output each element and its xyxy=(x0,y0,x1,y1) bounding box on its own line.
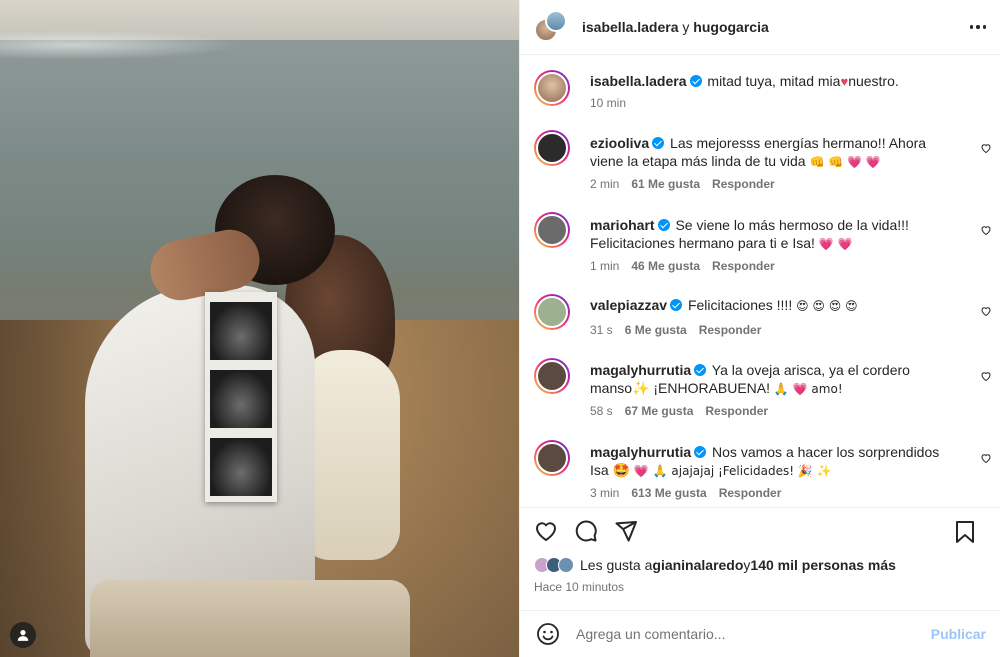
likes-joiner: y xyxy=(743,557,751,573)
comment-time: 2 min xyxy=(590,177,620,191)
verified-icon xyxy=(694,446,707,458)
verified-icon xyxy=(670,299,683,311)
verified-icon xyxy=(694,364,707,376)
share-send-icon[interactable] xyxy=(614,519,638,543)
comment-text: magalyhurrutia Ya la oveja arisca, ya el… xyxy=(590,361,960,398)
reply-button[interactable]: Responder xyxy=(699,323,762,337)
comment-text: magalyhurrutia Nos vamos a hacer los sor… xyxy=(590,443,960,480)
like-comment-heart-icon[interactable] xyxy=(980,305,992,317)
action-icons xyxy=(534,508,986,554)
comment-emoji: 💗 🙏 ajajajaj ¡Felicidades! 🎉 ✨ xyxy=(633,464,832,478)
comment-time: 31 s xyxy=(590,323,613,337)
caption-time: 10 min xyxy=(590,96,627,110)
comment-username[interactable]: magalyhurrutia xyxy=(590,444,691,460)
caption-text: isabella.ladera mitad tuya, mitad mia♥nu… xyxy=(590,72,960,91)
tagged-users-button[interactable] xyxy=(10,622,36,648)
comment-time: 3 min xyxy=(590,486,620,500)
post-side-panel: isabella.ladera y hugogarcia isabella.la… xyxy=(519,0,1000,657)
liker-username[interactable]: gianinalaredo xyxy=(652,557,743,573)
comment-meta: 3 min 613 Me gusta Responder xyxy=(590,486,781,500)
comment-likes[interactable]: 61 Me gusta xyxy=(631,177,700,191)
comment-likes[interactable]: 6 Me gusta xyxy=(625,323,687,337)
ultrasound-frame xyxy=(210,302,272,360)
like-comment-heart-icon[interactable] xyxy=(980,370,992,382)
comment-composer: Agrega un comentario... Publicar xyxy=(520,610,1000,657)
likes-count[interactable]: 140 mil personas más xyxy=(750,557,896,573)
photo-glare xyxy=(0,30,240,60)
more-options-icon[interactable] xyxy=(969,25,986,29)
comment-emoji: 🙏 💗 amo! xyxy=(773,382,843,396)
avatar[interactable] xyxy=(534,212,570,248)
caption-text-post: nuestro. xyxy=(848,73,899,89)
comment-likes[interactable]: 613 Me gusta xyxy=(631,486,706,500)
post-authors: isabella.ladera y hugogarcia xyxy=(582,19,769,35)
like-comment-heart-icon[interactable] xyxy=(980,224,992,236)
comment-meta: 1 min 46 Me gusta Responder xyxy=(590,259,775,273)
like-comment-heart-icon[interactable] xyxy=(980,452,992,464)
caption-username[interactable]: isabella.ladera xyxy=(590,73,687,89)
reply-button[interactable]: Responder xyxy=(719,486,782,500)
photo-woman-sleeve xyxy=(300,350,400,560)
comment-emoji: 😍 😍 😍 😍 xyxy=(796,299,858,313)
instagram-post-modal: isabella.ladera y hugogarcia isabella.la… xyxy=(0,0,1000,657)
author-link[interactable]: isabella.ladera xyxy=(582,19,679,35)
avatar[interactable] xyxy=(534,440,570,476)
comment-text: mariohart Se viene lo más hermoso de la … xyxy=(590,216,960,253)
collab-avatars[interactable] xyxy=(534,10,568,44)
ultrasound-strip xyxy=(205,292,277,502)
authors-joiner: y xyxy=(678,19,694,35)
comment-text: eziooliva Las mejoresss energías hermano… xyxy=(590,134,960,171)
user-icon xyxy=(17,630,29,641)
publish-button[interactable]: Publicar xyxy=(931,626,986,642)
avatar[interactable] xyxy=(534,70,570,106)
verified-icon xyxy=(689,75,702,87)
likes-prefix: Les gusta a xyxy=(580,557,653,573)
comment-time: 58 s xyxy=(590,404,613,418)
comment-likes[interactable]: 67 Me gusta xyxy=(625,404,694,418)
save-bookmark-icon[interactable] xyxy=(954,520,976,544)
comment-input[interactable]: Agrega un comentario... xyxy=(576,626,931,642)
post-actions: Les gusta a gianinalaredo y 140 mil pers… xyxy=(520,507,1000,594)
comment-username[interactable]: valepiazzav xyxy=(590,297,667,313)
comments-list[interactable]: isabella.ladera mitad tuya, mitad mia♥nu… xyxy=(520,56,1000,506)
author-link[interactable]: hugogarcia xyxy=(693,19,768,35)
caption-text-pre: mitad tuya, mitad mia xyxy=(707,73,841,89)
comment-username[interactable]: magalyhurrutia xyxy=(590,362,691,378)
post-photo[interactable] xyxy=(0,0,519,657)
liker-avatars xyxy=(534,557,574,573)
comment-emoji: 💗 💗 xyxy=(818,237,853,251)
ultrasound-frame xyxy=(210,438,272,496)
comment-meta: 58 s 67 Me gusta Responder xyxy=(590,404,768,418)
avatar[interactable] xyxy=(534,130,570,166)
comment-meta: 2 min 61 Me gusta Responder xyxy=(590,177,775,191)
verified-icon xyxy=(652,137,665,149)
comment-bubble-icon[interactable] xyxy=(574,519,598,543)
avatar xyxy=(558,557,574,573)
photo-pants xyxy=(90,580,410,657)
caption-meta: 10 min xyxy=(590,96,626,110)
avatar xyxy=(545,10,567,32)
post-timestamp[interactable]: Hace 10 minutos xyxy=(534,580,986,594)
reply-button[interactable]: Responder xyxy=(712,177,775,191)
comment-username[interactable]: mariohart xyxy=(590,217,655,233)
comment-text: valepiazzav Felicitaciones !!!! 😍 😍 😍 😍 xyxy=(590,296,960,315)
reply-button[interactable]: Responder xyxy=(712,259,775,273)
like-heart-icon[interactable] xyxy=(534,519,558,543)
reply-button[interactable]: Responder xyxy=(705,404,768,418)
emoji-picker-icon[interactable] xyxy=(536,622,560,646)
comment-likes[interactable]: 46 Me gusta xyxy=(631,259,700,273)
comment-username[interactable]: eziooliva xyxy=(590,135,649,151)
ultrasound-frame xyxy=(210,370,272,428)
comment-meta: 31 s 6 Me gusta Responder xyxy=(590,323,761,337)
comment-body: Felicitaciones !!!! xyxy=(687,297,797,313)
likes-summary: Les gusta a gianinalaredo y 140 mil pers… xyxy=(534,554,986,576)
avatar[interactable] xyxy=(534,358,570,394)
post-header: isabella.ladera y hugogarcia xyxy=(520,0,1000,55)
verified-icon xyxy=(657,219,670,231)
comment-emoji: 👊 👊 💗 💗 xyxy=(809,155,881,169)
like-comment-heart-icon[interactable] xyxy=(980,142,992,154)
avatar[interactable] xyxy=(534,294,570,330)
comment-time: 1 min xyxy=(590,259,620,273)
